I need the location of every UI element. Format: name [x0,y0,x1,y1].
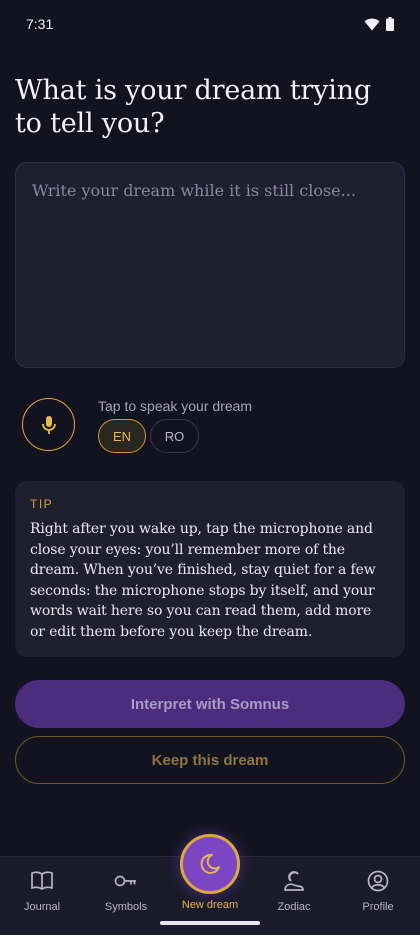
battery-icon [386,17,394,31]
microphone-icon [41,415,56,434]
status-bar: 7:31 [0,0,420,48]
nav-label-journal: Journal [23,901,61,913]
speak-label: Tap to speak your dream [98,398,253,414]
zodiac-icon [282,869,306,893]
page-title: What is your dream trying to tell you? [15,75,371,139]
wifi-icon [364,18,380,30]
moon-icon [200,853,220,874]
dream-input[interactable] [15,162,405,368]
nav-item-symbols[interactable]: Symbols [84,857,168,935]
home-indicator [160,921,260,925]
keep-dream-button[interactable]: Keep this dream [15,736,405,784]
nav-item-zodiac[interactable]: Zodiac [252,857,336,935]
status-icons [364,17,394,31]
book-icon [30,869,54,893]
tip-label: TIP [30,497,54,511]
status-time: 7:31 [26,16,54,32]
interpret-button[interactable]: Interpret with Somnus [15,680,405,728]
nav-label-symbols: Symbols [104,901,148,913]
tip-card: TIP Right after you wake up, tap the mic… [15,481,405,657]
tip-text: Right after you wake up, tap the microph… [30,521,376,640]
nav-label-profile: Profile [362,901,394,913]
nav-label-new-dream: New dream [181,899,239,911]
profile-icon [367,869,389,893]
nav-item-journal[interactable]: Journal [0,857,84,935]
language-en-button[interactable]: EN [98,419,146,453]
key-icon [114,869,138,893]
microphone-button[interactable] [22,398,75,451]
nav-label-zodiac: Zodiac [277,901,311,913]
nav-item-profile[interactable]: Profile [336,857,420,935]
new-dream-button[interactable] [180,834,240,894]
language-ro-button[interactable]: RO [150,419,199,453]
